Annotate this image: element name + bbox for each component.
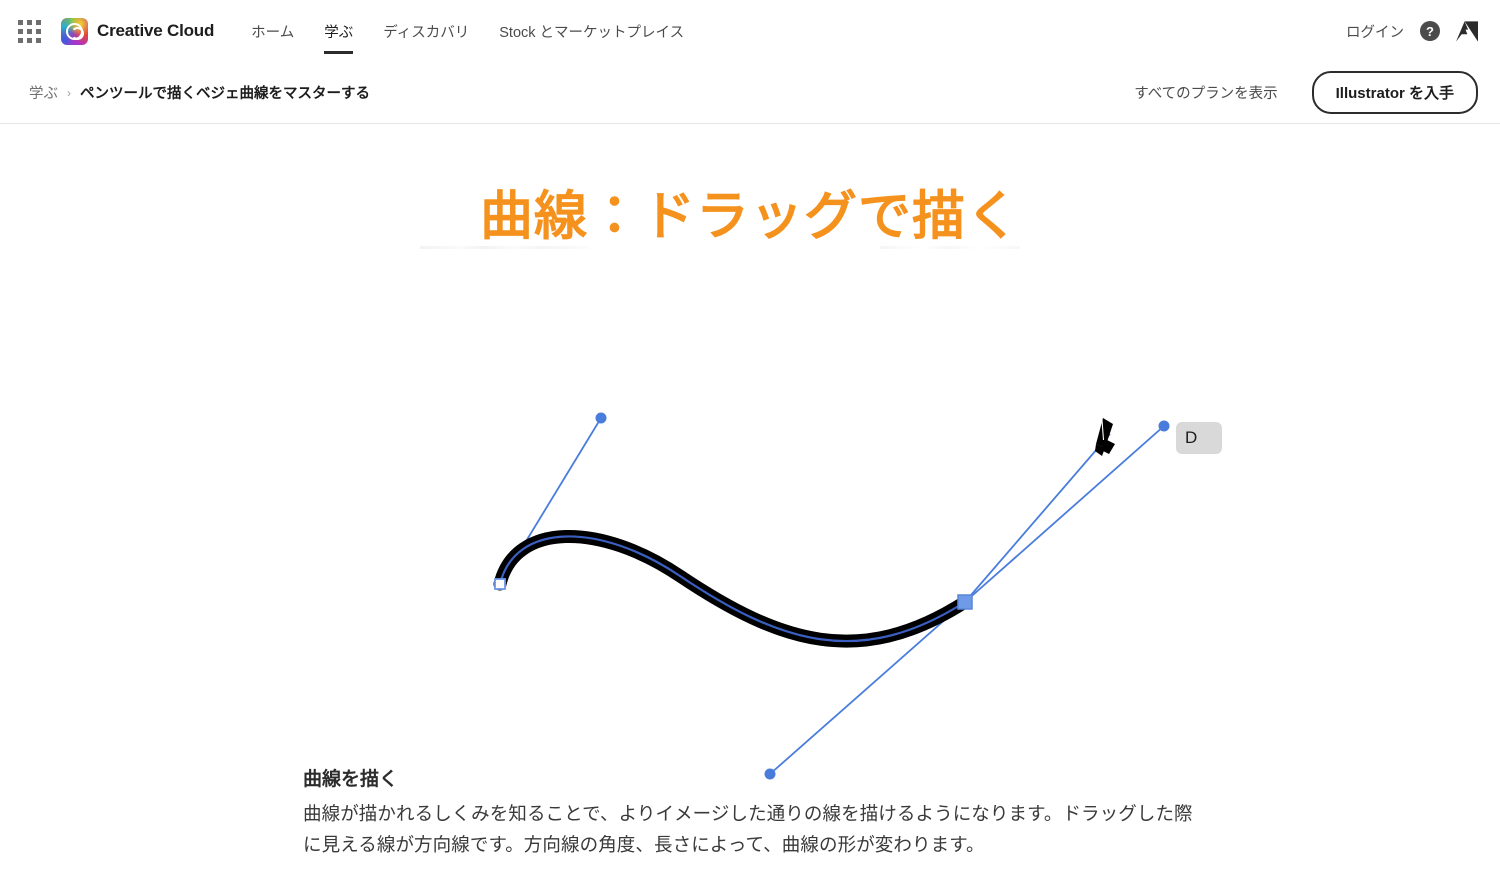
breadcrumb: 学ぶ › ペンツールで描くベジェ曲線をマスターする: [29, 82, 370, 103]
help-circle-icon[interactable]: ?: [1420, 21, 1440, 41]
breadcrumb-parent-link[interactable]: 学ぶ: [29, 82, 58, 103]
nav-item-label: 学ぶ: [324, 24, 354, 41]
creative-cloud-logo-icon: [61, 17, 88, 45]
app-grid-dot: [26, 28, 32, 34]
breadcrumb-separator-icon: ›: [67, 85, 71, 100]
nav-item-label: ディスカバリ: [383, 24, 470, 41]
brand-name: Creative Cloud: [97, 21, 215, 40]
primary-nav: ホーム 学ぶ ディスカバリ Stock とマーケットプレイス: [236, 0, 699, 62]
global-header: Creative Cloud ホーム 学ぶ ディスカバリ Stock とマーケッ…: [0, 0, 1500, 62]
nav-item-label: Stock とマーケットプレイス: [499, 24, 685, 41]
anchor-point-end[interactable]: [957, 594, 973, 610]
selected-path-overlay: [498, 535, 967, 643]
app-grid-dot: [26, 37, 32, 43]
caption-body: 曲線が描かれるしくみを知ることで、よりイメージした通りの線を描けるようになります…: [303, 802, 1193, 856]
direction-line-right-upper: [964, 425, 1165, 603]
creative-cloud-brand[interactable]: Creative Cloud: [61, 17, 215, 45]
direction-point-left[interactable]: [595, 412, 607, 424]
drawn-bezier-path: [493, 530, 972, 648]
pen-tool-tooltip-badge: D: [1176, 422, 1222, 454]
view-all-plans-link[interactable]: すべてのプランを表示: [1134, 82, 1277, 103]
global-nav-right: ログイン ?: [1346, 20, 1478, 42]
get-illustrator-button[interactable]: Illustrator を入手: [1311, 71, 1478, 114]
app-grid-dot: [35, 19, 41, 25]
breadcrumb-current-page: ペンツールで描くベジェ曲線をマスターする: [80, 86, 370, 102]
adobe-logo-icon[interactable]: [1456, 20, 1478, 42]
app-grid-dot: [26, 19, 32, 25]
direction-line-right-lower: [769, 601, 966, 775]
nav-item-discover[interactable]: ディスカバリ: [368, 0, 484, 62]
pen-tool-cursor-icon: [1095, 418, 1115, 456]
breadcrumb-bar: 学ぶ › ペンツールで描くベジェ曲線をマスターする すべてのプランを表示 Ill…: [0, 62, 1500, 124]
app-grid-dot: [17, 19, 23, 25]
app-grid-dot: [17, 37, 23, 43]
drag-indicator-line: [964, 433, 1111, 603]
nav-item-label: ホーム: [251, 24, 295, 41]
nav-item-home[interactable]: ホーム: [236, 0, 309, 62]
bezier-curve-illustration: [493, 412, 1170, 780]
nav-item-stock-marketplace[interactable]: Stock とマーケットプレイス: [484, 0, 699, 62]
anchor-point-start[interactable]: [494, 578, 506, 590]
lesson-caption: 曲線を描く 曲線が描かれるしくみを知ることで、よりイメージした通りの線を描けるよ…: [303, 767, 1193, 861]
direction-point-right-upper[interactable]: [1158, 420, 1170, 432]
nav-item-learn[interactable]: 学ぶ: [309, 0, 368, 62]
app-grid-dot: [35, 37, 41, 43]
app-grid-dot: [17, 28, 23, 34]
lesson-slide-canvas: 曲線：ドラッグで描く D 曲線を描く 曲線が描かれるしくみを知ることで、よりイメ…: [0, 124, 1500, 875]
login-link[interactable]: ログイン: [1346, 21, 1404, 42]
subnav-actions: すべてのプランを表示 Illustrator を入手: [1134, 71, 1478, 114]
caption-heading: 曲線を描く: [303, 769, 399, 790]
pen-tool-tooltip-label: D: [1185, 428, 1198, 447]
app-grid-dot: [35, 28, 41, 34]
app-grid-icon[interactable]: [14, 16, 44, 46]
